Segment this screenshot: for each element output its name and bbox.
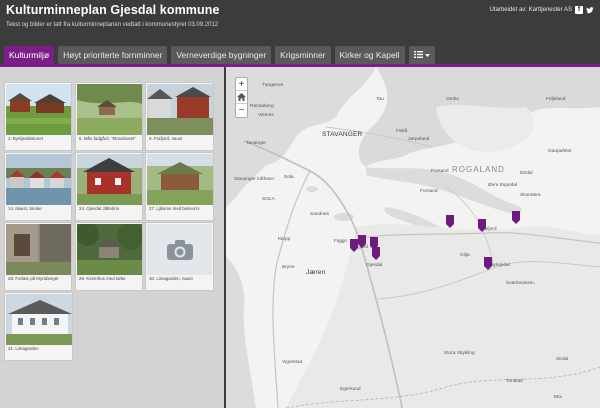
map-place-label: Gilja bbox=[460, 253, 470, 258]
map-marker[interactable] bbox=[478, 219, 486, 232]
gallery-photo bbox=[147, 154, 213, 205]
page-subtitle: Tekst og bilder er tatt fra kulturminnep… bbox=[6, 22, 219, 28]
map-place-label: Sandnes bbox=[310, 212, 329, 217]
gallery-caption: 28. Forlate på Myraberget bbox=[8, 276, 59, 281]
map-place-label: Figgjo bbox=[334, 239, 348, 244]
gallery-caption: 14. Naust, Sinder bbox=[8, 206, 42, 211]
tab-kirker-og-kapell[interactable]: Kirker og Kapell bbox=[334, 46, 405, 64]
gallery-caption: 31. Limagarden bbox=[8, 346, 39, 351]
tab-hoyt-prioriterte-fornminner[interactable]: Høyt prioriterte fornminner bbox=[58, 46, 168, 64]
gallery-item[interactable]: 28. Forlate på Myraberget bbox=[4, 222, 72, 291]
gallery-item[interactable]: 6. Mån fadgård, "Monahuset" bbox=[75, 82, 143, 151]
gallery-photo bbox=[77, 224, 142, 275]
map-place-label: Klepp bbox=[278, 237, 291, 242]
map-place-label: Skoratsra bbox=[520, 193, 541, 198]
map-place-label: STAVANGER bbox=[322, 131, 363, 138]
map-place-label: Randaberg bbox=[250, 104, 274, 109]
map-marker[interactable] bbox=[372, 247, 380, 260]
map-marker[interactable] bbox=[446, 215, 454, 228]
map-place-label: Tungenes bbox=[262, 83, 284, 88]
app-header: Kulturminneplan Gjesdal kommune Tekst og… bbox=[0, 0, 600, 42]
map-marker[interactable] bbox=[512, 211, 520, 224]
gallery-item[interactable]: 27. Ljåsime med beiteorrv bbox=[145, 152, 214, 221]
gallery-photo bbox=[147, 84, 213, 135]
map-place-label: Vistnes bbox=[258, 113, 274, 118]
gallery-item[interactable]: 31. Limagarden bbox=[4, 292, 73, 361]
gallery-photo bbox=[6, 294, 72, 345]
list-icon bbox=[413, 46, 423, 64]
gallery-caption: 24. Gjesdal Jåttebrin bbox=[79, 206, 120, 211]
zoom-out-button[interactable]: − bbox=[236, 104, 247, 117]
twitter-icon[interactable] bbox=[586, 6, 594, 14]
gallery-item[interactable]: 14. Naust, Sinder bbox=[4, 152, 72, 221]
gallery-item[interactable]: 29. Kvernhus med tarke bbox=[75, 222, 143, 291]
zoom-in-button[interactable]: + bbox=[236, 78, 247, 91]
gallery-caption: 3. Byrkjedalstunet bbox=[8, 136, 43, 141]
map-place-label: Forsand bbox=[420, 189, 438, 194]
map-marker[interactable] bbox=[350, 239, 358, 252]
facebook-icon[interactable]: f bbox=[575, 6, 583, 14]
map-place-label: Øvre Espedal bbox=[488, 183, 518, 188]
map-place-label: Gjesdal bbox=[366, 263, 383, 268]
camera-icon bbox=[147, 224, 212, 275]
map-place-label: Fiskå bbox=[396, 129, 408, 134]
map-place-label: Moi bbox=[554, 395, 562, 400]
map-place-label: Jørpeland bbox=[408, 137, 430, 142]
map-place-label: Tonstad bbox=[506, 379, 523, 384]
gallery-caption: 29. Kvernhus med tarke bbox=[79, 276, 126, 281]
map-place-label: Sola bbox=[284, 175, 294, 180]
map-place-label: SOLA bbox=[262, 197, 275, 202]
gallery-panel: 3. Byrkjedalstunet 6. Mån fadgård, "Mona… bbox=[0, 67, 224, 408]
gallery-caption: 27. Ljåsime med beiteorrv bbox=[149, 206, 200, 211]
zoom-control: + − bbox=[235, 77, 248, 118]
map-view[interactable]: + − Tungenes Randaberg Vistnes Tananger STAV… bbox=[226, 67, 600, 408]
map-place-label: Fidjeland bbox=[546, 97, 566, 102]
map-place-label: Stavanger lufthavn bbox=[234, 177, 275, 182]
caret-down-icon bbox=[424, 46, 430, 64]
map-place-label: Vigrestad bbox=[282, 360, 303, 365]
gallery-caption: 9. Frafjord, naust bbox=[149, 136, 183, 141]
map-place-label: ROGALAND bbox=[452, 165, 505, 174]
map-place-label: Egersund bbox=[340, 387, 361, 392]
gallery-photo bbox=[77, 154, 142, 205]
gallery-item[interactable]: 9. Frafjord, naust bbox=[145, 82, 214, 151]
map-place-label: Stora Skykling bbox=[444, 351, 475, 356]
credit-text: Utarbeidet av: Karttjenester AS bbox=[489, 7, 572, 13]
map-place-label: Tananger bbox=[246, 141, 267, 146]
tab-krigsminner[interactable]: Krigsminner bbox=[275, 46, 331, 64]
gallery-caption: 6. Mån fadgård, "Monahuset" bbox=[79, 136, 136, 141]
map-marker[interactable] bbox=[484, 257, 492, 270]
map-place-label: Tau bbox=[376, 97, 384, 102]
gallery-caption: 30. Limagarden, naust bbox=[149, 276, 193, 281]
tab-bar: Kulturmiljø Høyt prioriterte fornminner … bbox=[4, 46, 435, 64]
map-place-label: Sirdal bbox=[556, 357, 569, 362]
tab-more-menu[interactable] bbox=[408, 46, 435, 64]
map-place-label: Jæren bbox=[306, 269, 326, 276]
gallery-photo bbox=[77, 84, 142, 135]
map-marker[interactable] bbox=[358, 235, 366, 248]
tab-verneverdige-bygninger[interactable]: Verneverdige bygninger bbox=[171, 46, 272, 64]
map-place-label: Svartevassm. bbox=[506, 281, 536, 286]
map-place-label: Byrkjedal bbox=[490, 263, 510, 268]
gallery-photo bbox=[6, 154, 71, 205]
map-place-label: Ombo bbox=[446, 97, 460, 102]
page-title: Kulturminneplan Gjesdal kommune bbox=[6, 3, 220, 17]
gallery-item[interactable]: 24. Gjesdal Jåttebrin bbox=[75, 152, 143, 221]
map-place-label: Forsand bbox=[431, 169, 449, 174]
gallery-photo bbox=[6, 224, 71, 275]
map-place-label: Dirdal bbox=[520, 171, 533, 176]
map-place-label: Gaupafelet bbox=[548, 149, 572, 154]
gallery-item[interactable]: 30. Limagarden, naust bbox=[145, 222, 214, 291]
map-place-label: Bryne bbox=[282, 265, 295, 270]
tab-kulturmiljo[interactable]: Kulturmiljø bbox=[4, 46, 55, 64]
credit: Utarbeidet av: Karttjenester AS f bbox=[490, 6, 594, 14]
home-button[interactable] bbox=[236, 91, 247, 104]
gallery-photo bbox=[6, 84, 71, 135]
gallery-item[interactable]: 3. Byrkjedalstunet bbox=[4, 82, 72, 151]
